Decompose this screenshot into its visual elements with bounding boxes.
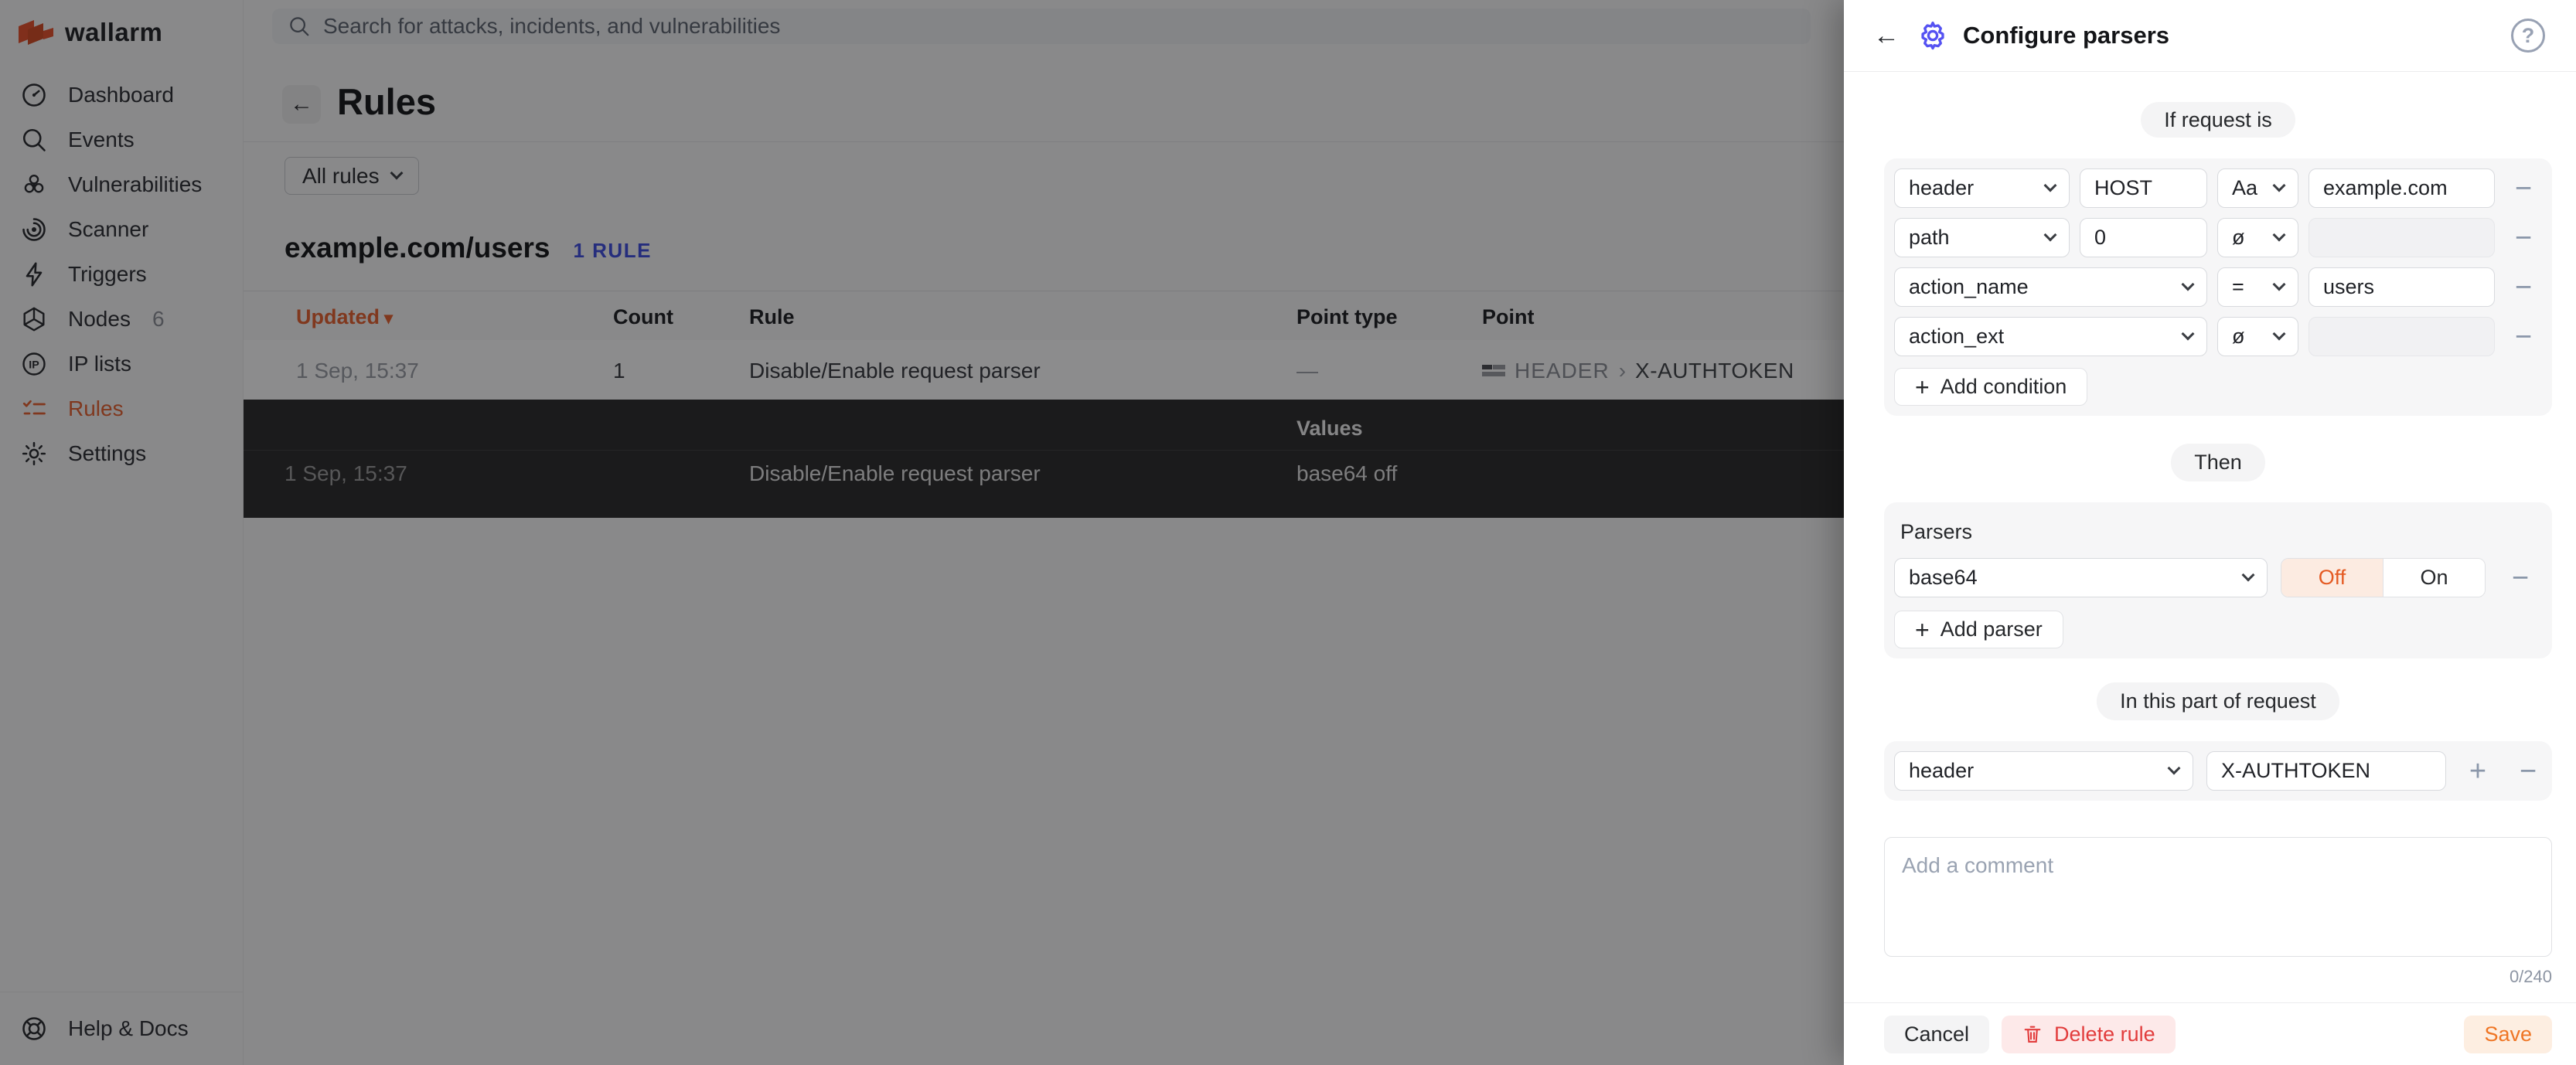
chevron-down-icon <box>2273 229 2286 242</box>
parsers-group: Parsers base64 Off On − + Add parser <box>1884 502 2552 658</box>
chevron-down-icon <box>2273 328 2286 341</box>
chevron-down-icon <box>2273 179 2286 192</box>
condition-op-select[interactable]: ø <box>2217 218 2298 257</box>
chevron-down-icon <box>2182 328 2195 341</box>
parser-state-toggle: Off On <box>2281 558 2486 597</box>
part-value-input[interactable] <box>2206 751 2446 791</box>
save-button[interactable]: Save <box>2464 1016 2552 1053</box>
chevron-down-icon <box>2273 278 2286 291</box>
plus-icon: + <box>1915 618 1930 642</box>
condition-value-input[interactable] <box>2309 168 2495 208</box>
condition-arg-input[interactable] <box>2080 218 2207 257</box>
section-label-then: Then <box>2171 444 2265 481</box>
condition-value-input-disabled <box>2309 317 2495 356</box>
remove-condition-button[interactable]: − <box>2515 273 2532 302</box>
condition-field-select[interactable]: action_name <box>1894 267 2207 307</box>
remove-condition-button[interactable]: − <box>2515 223 2532 253</box>
add-condition-button[interactable]: + Add condition <box>1894 368 2087 406</box>
char-counter: 0/240 <box>1884 967 2552 987</box>
chevron-down-icon <box>2168 762 2181 775</box>
condition-op-select[interactable]: = <box>2217 267 2298 307</box>
modal-back-button[interactable]: ← <box>1873 21 1900 51</box>
remove-parser-button[interactable]: − <box>2512 563 2529 593</box>
add-part-button[interactable]: + <box>2469 757 2486 786</box>
add-parser-button[interactable]: + Add parser <box>1894 611 2063 648</box>
help-icon[interactable]: ? <box>2511 19 2545 53</box>
modal-header: ← Configure parsers ? <box>1844 0 2576 72</box>
toggle-on-button[interactable]: On <box>2383 559 2485 597</box>
parsers-label: Parsers <box>1900 520 2542 544</box>
parser-select[interactable]: base64 <box>1894 558 2268 597</box>
chevron-down-icon <box>2044 179 2057 192</box>
request-part-group: header + − <box>1884 741 2552 801</box>
conditions-group: header Aa − path ø − action_name = − act… <box>1884 158 2552 416</box>
part-field-select[interactable]: header <box>1894 751 2193 791</box>
section-label-part-of-request: In this part of request <box>2097 682 2339 720</box>
condition-op-select[interactable]: Aa <box>2217 168 2298 208</box>
condition-row: action_ext ø − <box>1894 317 2542 356</box>
condition-value-input-disabled <box>2309 218 2495 257</box>
parser-gear-icon <box>1917 19 1949 52</box>
condition-op-select[interactable]: ø <box>2217 317 2298 356</box>
delete-rule-button[interactable]: Delete rule <box>2002 1016 2176 1053</box>
trash-icon <box>2022 1023 2043 1045</box>
condition-value-input[interactable] <box>2309 267 2495 307</box>
condition-row: action_name = − <box>1894 267 2542 307</box>
condition-field-select[interactable]: path <box>1894 218 2070 257</box>
condition-field-select[interactable]: header <box>1894 168 2070 208</box>
remove-condition-button[interactable]: − <box>2515 174 2532 203</box>
remove-part-button[interactable]: − <box>2520 757 2537 786</box>
section-label-if-request-is: If request is <box>2141 102 2295 138</box>
comment-textarea[interactable] <box>1884 837 2552 957</box>
chevron-down-icon <box>2044 229 2057 242</box>
toggle-off-button[interactable]: Off <box>2281 559 2383 597</box>
chevron-down-icon <box>2182 278 2195 291</box>
modal-footer: Cancel Delete rule Save <box>1844 1002 2576 1065</box>
parser-row: base64 Off On − <box>1894 558 2542 597</box>
condition-arg-input[interactable] <box>2080 168 2207 208</box>
chevron-down-icon <box>2242 569 2255 582</box>
request-part-row: header + − <box>1894 751 2542 791</box>
modal-body: If request is header Aa − path ø − actio… <box>1844 72 2576 1002</box>
condition-row: path ø − <box>1894 218 2542 257</box>
plus-icon: + <box>1915 375 1930 400</box>
modal-title: Configure parsers <box>1963 22 2169 49</box>
condition-row: header Aa − <box>1894 168 2542 208</box>
condition-field-select[interactable]: action_ext <box>1894 317 2207 356</box>
remove-condition-button[interactable]: − <box>2515 322 2532 352</box>
configure-parsers-modal: ← Configure parsers ? If request is head… <box>1844 0 2576 1065</box>
cancel-button[interactable]: Cancel <box>1884 1016 1989 1053</box>
